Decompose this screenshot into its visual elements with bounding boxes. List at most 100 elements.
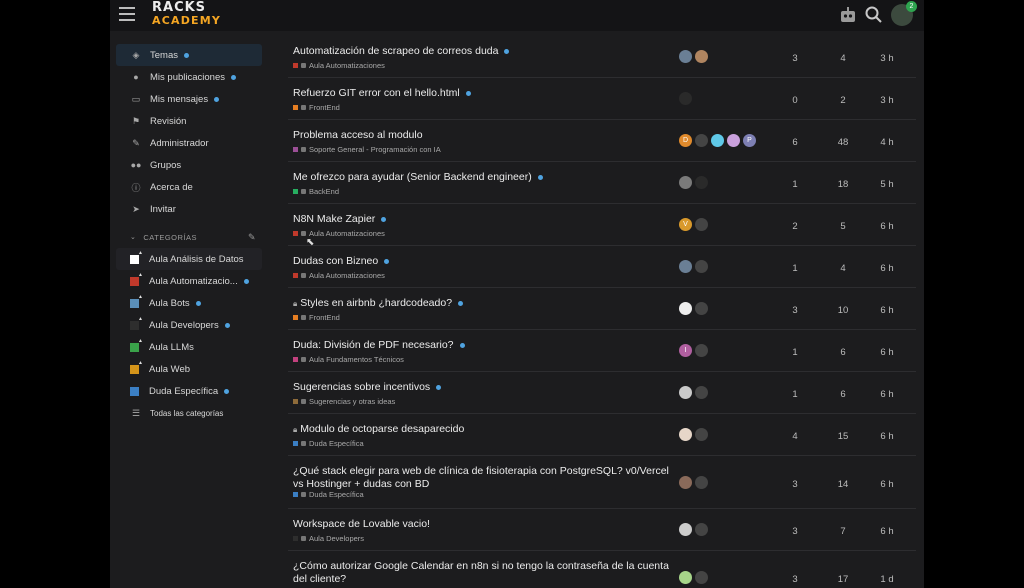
activity-time[interactable]: 6 h — [872, 389, 902, 400]
topic-row[interactable]: Problema acceso al modulo Soporte General… — [288, 120, 916, 162]
avatar[interactable] — [695, 260, 708, 273]
topic-category[interactable]: Aula Developers — [293, 534, 364, 543]
topic-category[interactable]: Aula Automatizaciones — [293, 61, 385, 70]
activity-time[interactable]: 6 h — [872, 479, 902, 490]
activity-time[interactable]: 6 h — [872, 526, 902, 537]
topic-row[interactable]: ¿Qué stack elegir para web de clínica de… — [288, 456, 916, 509]
avatar[interactable] — [679, 176, 692, 189]
category-aula-bots[interactable]: ▲ Aula Bots — [116, 292, 262, 314]
topic-title[interactable]: Dudas con Bizneo — [293, 255, 673, 268]
avatar[interactable] — [695, 523, 708, 536]
avatar[interactable]: D — [679, 134, 692, 147]
avatar[interactable] — [695, 428, 708, 441]
sidebar-item-mis-mensajes[interactable]: ▭ Mis mensajes — [116, 88, 262, 110]
avatar[interactable] — [711, 134, 724, 147]
avatar[interactable] — [679, 386, 692, 399]
avatar[interactable] — [695, 134, 708, 147]
sidebar-item-temas[interactable]: ◈ Temas — [116, 44, 262, 66]
robot-icon[interactable] — [838, 5, 858, 25]
topic-row[interactable]: 🔒︎ Styles en airbnb ¿hardcodeado? FrontEnd… — [288, 288, 916, 330]
sidebar-item-grupos[interactable]: ●● Grupos — [116, 154, 262, 176]
topic-title[interactable]: Duda: División de PDF necesario? — [293, 339, 673, 352]
topic-row[interactable]: Automatización de scrapeo de correos dud… — [288, 36, 916, 78]
topic-title[interactable]: 🔒︎ Modulo de octoparse desaparecido — [293, 423, 673, 436]
avatar[interactable] — [695, 476, 708, 489]
avatar[interactable] — [679, 260, 692, 273]
category-aula-developers[interactable]: ▲ Aula Developers — [116, 314, 262, 336]
site-logo[interactable]: RACKS ACADEMY — [152, 1, 221, 26]
category-aula-analisis-de-datos[interactable]: ▲ Aula Análisis de Datos — [116, 248, 262, 270]
sidebar-item-administrador[interactable]: ✎ Administrador — [116, 132, 262, 154]
avatar[interactable]: P — [743, 134, 756, 147]
activity-time[interactable]: 5 h — [872, 179, 902, 190]
topic-row[interactable]: Sugerencias sobre incentivos Sugerencias … — [288, 372, 916, 414]
avatar[interactable] — [679, 428, 692, 441]
avatar[interactable] — [695, 571, 708, 584]
topic-category[interactable]: BackEnd — [293, 187, 339, 196]
activity-time[interactable]: 4 h — [872, 137, 902, 148]
sidebar-item-revision[interactable]: ⚑ Revisión — [116, 110, 262, 132]
topic-category[interactable]: Aula Fundamentos Técnicos — [293, 355, 404, 364]
category-duda-especifica[interactable]: Duda Específica — [116, 380, 262, 402]
topic-title[interactable]: 🔒︎ Styles en airbnb ¿hardcodeado? — [293, 297, 673, 310]
avatar[interactable]: V — [679, 218, 692, 231]
topic-category[interactable]: Duda Específica — [293, 490, 364, 499]
topic-row[interactable]: N8N Make Zapier Aula Automatizaciones V 2 5 6… — [288, 204, 916, 246]
avatar[interactable] — [679, 302, 692, 315]
topic-category[interactable]: Aula Automatizaciones — [293, 271, 385, 280]
category-aula-automatizaciones[interactable]: ▲ Aula Automatizacio... — [116, 270, 262, 292]
topic-title[interactable]: N8N Make Zapier — [293, 213, 673, 226]
activity-time[interactable]: 6 h — [872, 221, 902, 232]
activity-time[interactable]: 6 h — [872, 431, 902, 442]
avatar[interactable] — [679, 50, 692, 63]
topic-row[interactable]: ¿Cómo autorizar Google Calendar en n8n s… — [288, 551, 916, 588]
topic-category[interactable]: FrontEnd — [293, 103, 340, 112]
avatar[interactable] — [695, 302, 708, 315]
topic-title[interactable]: ¿Qué stack elegir para web de clínica de… — [293, 465, 673, 491]
sidebar-item-acerca-de[interactable]: ⓘ Acerca de — [116, 176, 262, 198]
activity-time[interactable]: 1 d — [872, 574, 902, 585]
activity-time[interactable]: 3 h — [872, 53, 902, 64]
search-icon[interactable] — [864, 5, 884, 25]
avatar[interactable] — [679, 92, 692, 105]
avatar[interactable] — [695, 344, 708, 357]
topic-title[interactable]: Sugerencias sobre incentivos — [293, 381, 673, 394]
avatar[interactable] — [679, 571, 692, 584]
topic-row[interactable]: Workspace de Lovable vacio! Aula Develope… — [288, 509, 916, 551]
sidebar-item-mis-publicaciones[interactable]: ● Mis publicaciones — [116, 66, 262, 88]
avatar[interactable] — [695, 176, 708, 189]
topic-category[interactable]: Sugerencias y otras ideas — [293, 397, 395, 406]
topic-row[interactable]: Me ofrezco para ayudar (Senior Backend e… — [288, 162, 916, 204]
topic-title[interactable]: Automatización de scrapeo de correos dud… — [293, 45, 673, 58]
category-aula-llms[interactable]: ▲ Aula LLMs — [116, 336, 262, 358]
activity-time[interactable]: 6 h — [872, 305, 902, 316]
sidebar-item-invitar[interactable]: ➤ Invitar — [116, 198, 262, 220]
topic-category[interactable]: Duda Específica — [293, 439, 364, 448]
avatar[interactable]: I — [679, 344, 692, 357]
avatar[interactable] — [695, 50, 708, 63]
avatar[interactable] — [695, 218, 708, 231]
topic-title[interactable]: Workspace de Lovable vacio! — [293, 518, 673, 531]
pencil-icon[interactable]: ✎ — [248, 232, 256, 243]
topic-category[interactable]: Soporte General - Programación con IA — [293, 145, 441, 154]
activity-time[interactable]: 6 h — [872, 347, 902, 358]
topic-title[interactable]: ¿Cómo autorizar Google Calendar en n8n s… — [293, 560, 673, 586]
avatar[interactable] — [679, 476, 692, 489]
topic-row[interactable]: Duda: División de PDF necesario? Aula Fun… — [288, 330, 916, 372]
all-categories-link[interactable]: ☰ Todas las categorías — [116, 402, 262, 424]
topic-title[interactable]: Refuerzo GIT error con el hello.html — [293, 87, 673, 100]
activity-time[interactable]: 3 h — [872, 95, 902, 106]
topic-title[interactable]: Problema acceso al modulo — [293, 129, 673, 142]
topic-category[interactable]: FrontEnd — [293, 313, 340, 322]
avatar[interactable] — [679, 523, 692, 536]
activity-time[interactable]: 6 h — [872, 263, 902, 274]
category-aula-web[interactable]: ▲ Aula Web — [116, 358, 262, 380]
notification-badge[interactable]: 2 — [906, 1, 917, 12]
categories-header[interactable]: ⌄ CATEGORÍAS ✎ — [116, 226, 262, 248]
topic-row[interactable]: Refuerzo GIT error con el hello.html Fron… — [288, 78, 916, 120]
topic-title[interactable]: Me ofrezco para ayudar (Senior Backend e… — [293, 171, 673, 184]
avatar[interactable] — [695, 386, 708, 399]
menu-icon[interactable] — [119, 7, 135, 21]
topic-row[interactable]: 🔒︎ Modulo de octoparse desaparecido Duda E… — [288, 414, 916, 456]
topic-row[interactable]: Dudas con Bizneo Aula Automatizaciones 1 4 6… — [288, 246, 916, 288]
